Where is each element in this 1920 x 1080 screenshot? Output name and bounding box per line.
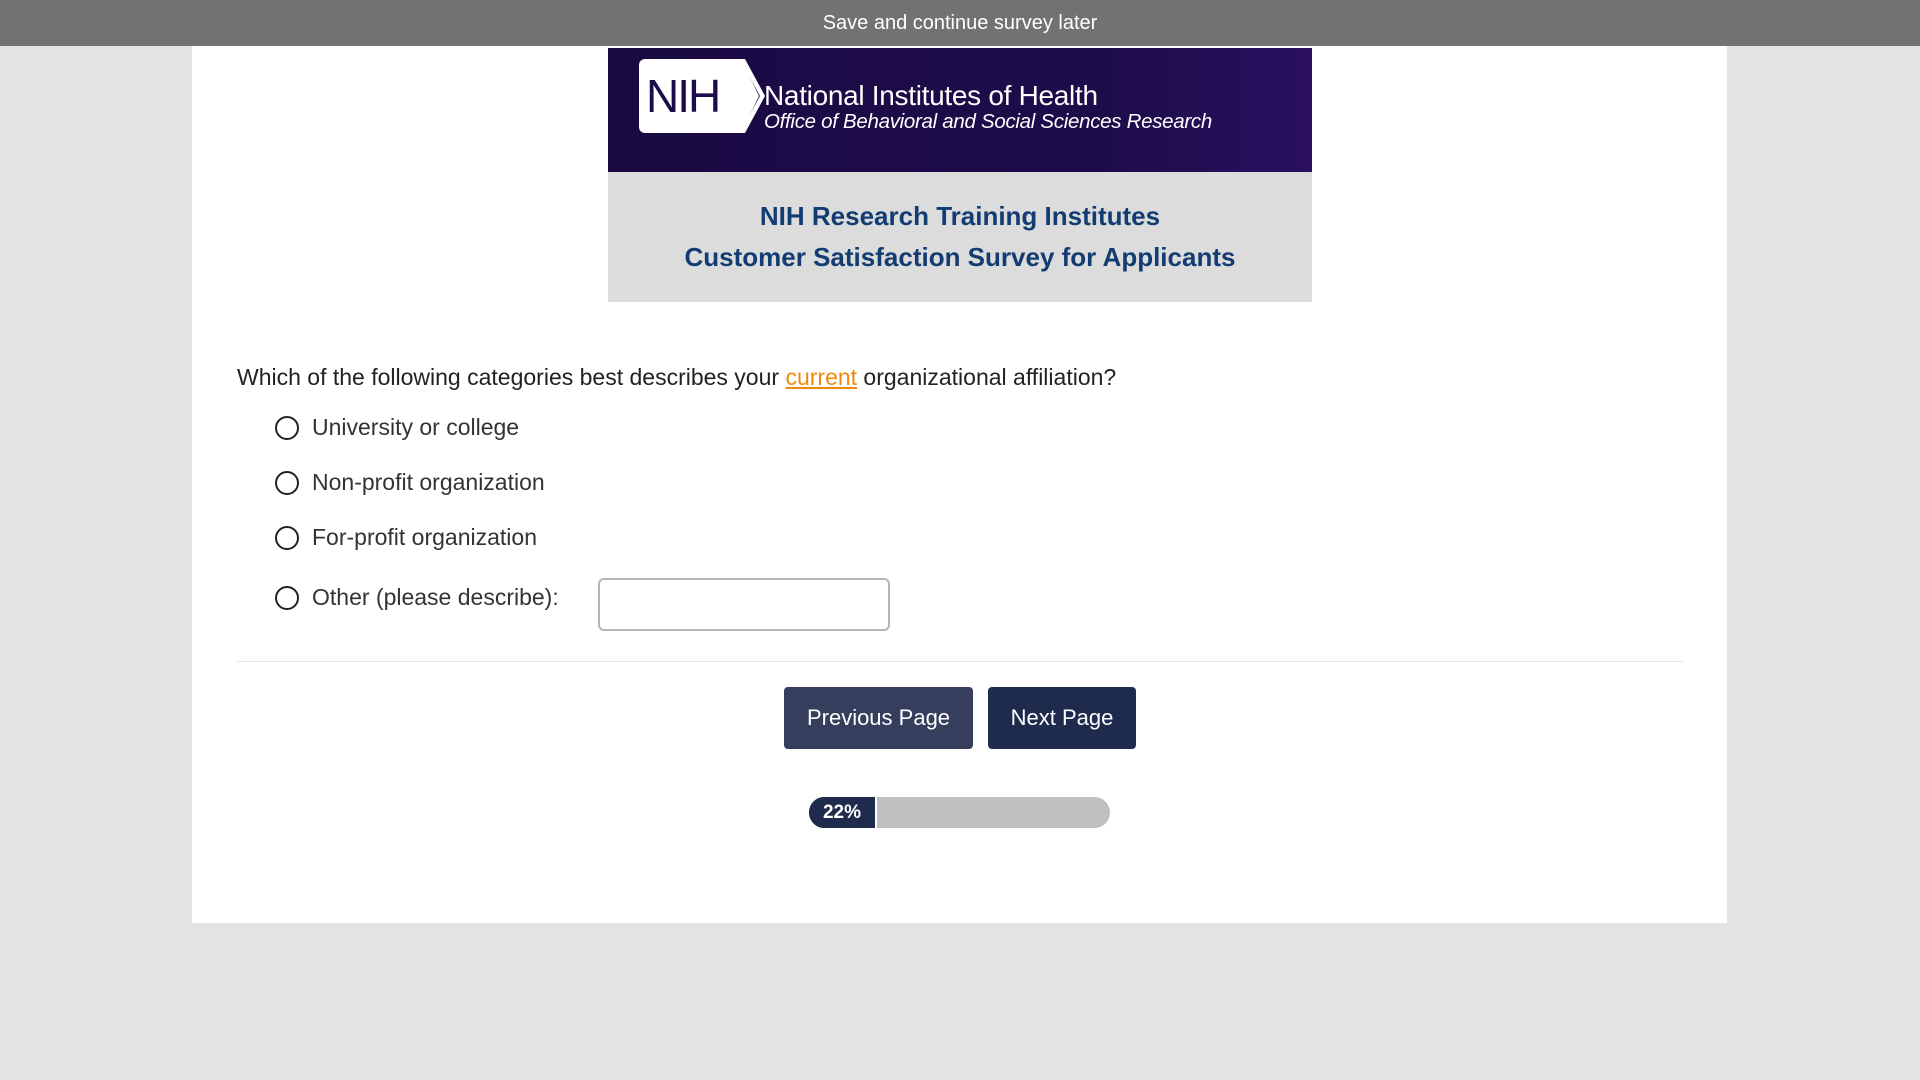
option-label: Non-profit organization	[312, 469, 545, 495]
option-non-profit[interactable]: Non-profit organization	[275, 469, 545, 496]
radio-non-profit[interactable]	[275, 470, 299, 495]
nih-office-name: Office of Behavioral and Social Sciences…	[764, 110, 1212, 133]
question-text-after: organizational affiliation?	[857, 364, 1117, 390]
question-text-before: Which of the following categories best d…	[237, 364, 786, 390]
other-describe-input[interactable]	[598, 578, 890, 631]
next-page-button[interactable]: Next Page	[988, 687, 1136, 749]
nih-logo: NIH	[639, 59, 739, 133]
radio-other[interactable]	[275, 585, 299, 610]
nih-logo-banner: NIH National Institutes of Health Office…	[608, 48, 1312, 172]
nih-logo-text: NIH	[646, 70, 721, 122]
option-label: University or college	[312, 414, 520, 440]
survey-panel: NIH National Institutes of Health Office…	[192, 46, 1727, 923]
previous-page-button[interactable]: Previous Page	[784, 687, 973, 749]
question-text: Which of the following categories best d…	[237, 364, 1116, 391]
option-university[interactable]: University or college	[275, 414, 519, 441]
survey-title-box: NIH Research Training Institutes Custome…	[608, 172, 1312, 302]
save-continue-later-label: Save and continue survey later	[822, 11, 1098, 34]
radio-university[interactable]	[275, 415, 299, 440]
option-label: For-profit organization	[312, 524, 537, 550]
progress-bar: 22%	[809, 797, 1110, 828]
radio-for-profit[interactable]	[275, 525, 299, 550]
divider	[237, 661, 1683, 662]
survey-title-line2: Customer Satisfaction Survey for Applica…	[684, 242, 1236, 272]
save-continue-later-bar[interactable]: Save and continue survey later	[0, 0, 1920, 46]
option-for-profit[interactable]: For-profit organization	[275, 524, 537, 551]
nih-chevron-icon	[735, 59, 765, 133]
nih-org-name: National Institutes of Health	[764, 80, 1098, 111]
option-other[interactable]: Other (please describe):	[275, 584, 559, 611]
option-label: Other (please describe):	[312, 584, 559, 610]
question-highlight-link[interactable]: current	[785, 364, 857, 390]
survey-title-line1: NIH Research Training Institutes	[759, 201, 1161, 231]
progress-label: 22%	[809, 797, 877, 828]
survey-header: NIH National Institutes of Health Office…	[608, 48, 1312, 302]
